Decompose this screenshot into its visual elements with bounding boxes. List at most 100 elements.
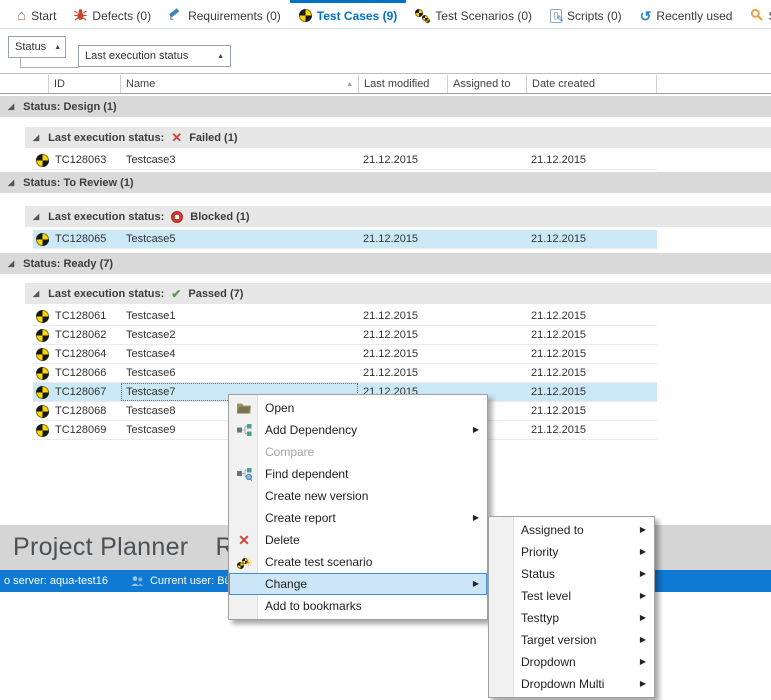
submenu-item-dropdown-multi[interactable]: Dropdown Multi ▶ bbox=[489, 673, 654, 695]
group-header-status-design[interactable]: Status: Design (1) bbox=[0, 96, 771, 117]
tab-search[interactable]: Search bbox=[741, 0, 771, 28]
cell-last-modified: 21.12.2015 bbox=[363, 233, 418, 245]
testcase-icon bbox=[36, 329, 49, 342]
column-label: Date created bbox=[532, 78, 595, 90]
sort-asc-icon: ▲ bbox=[346, 81, 353, 88]
home-icon: ⌂ bbox=[17, 8, 26, 23]
top-navigation: ⌂ Start Defects (0) Requirements (0) Tes… bbox=[0, 0, 771, 29]
submenu-arrow-icon: ▶ bbox=[473, 507, 479, 529]
subgroup-header-blocked[interactable]: Last execution status: Blocked (1) bbox=[25, 206, 771, 227]
cell-id: TC128066 bbox=[55, 367, 106, 379]
menu-item-label: Target version bbox=[521, 633, 596, 647]
tab-scripts[interactable]: {}✎ Scripts (0) bbox=[541, 0, 631, 28]
tab-start[interactable]: ⌂ Start bbox=[8, 0, 65, 28]
tab-defects[interactable]: Defects (0) bbox=[65, 0, 160, 28]
tab-label: Scripts (0) bbox=[567, 9, 622, 23]
testcase-icon bbox=[36, 154, 49, 167]
cell-name: Testcase9 bbox=[126, 424, 176, 436]
column-label: Name bbox=[126, 78, 155, 90]
column-header-icon[interactable] bbox=[0, 75, 49, 93]
cell-id: TC128067 bbox=[55, 386, 106, 398]
group-header-status-to-review[interactable]: Status: To Review (1) bbox=[0, 172, 771, 193]
column-header-date-created[interactable]: Date created bbox=[527, 75, 657, 93]
tab-requirements[interactable]: Requirements (0) bbox=[160, 0, 290, 28]
submenu-item-testtyp[interactable]: Testtyp ▶ bbox=[489, 607, 654, 629]
submenu-item-test-level[interactable]: Test level ▶ bbox=[489, 585, 654, 607]
cell-date-created: 21.12.2015 bbox=[531, 386, 586, 398]
bug-icon bbox=[74, 8, 87, 24]
subgroup-label: Last execution status: bbox=[48, 132, 164, 144]
menu-item-add-dependency[interactable]: Add Dependency ▶ bbox=[229, 419, 487, 441]
testcase-icon bbox=[36, 310, 49, 323]
bottom-tab-project-planner[interactable]: Project Planner bbox=[13, 533, 188, 562]
tab-test-scenarios[interactable]: Test Scenarios (0) bbox=[406, 0, 541, 28]
menu-item-add-to-bookmarks[interactable]: Add to bookmarks bbox=[229, 595, 487, 617]
subgroup-value: Blocked (1) bbox=[190, 211, 249, 223]
table-row-selected[interactable]: TC128065 Testcase5 21.12.2015 21.12.2015 bbox=[33, 230, 657, 249]
groupby-field-status[interactable]: Status ▲ bbox=[8, 36, 66, 58]
cell-id: TC128063 bbox=[55, 154, 106, 166]
find-dependent-icon bbox=[235, 466, 253, 482]
menu-item-create-test-scenario[interactable]: ✳ Create test scenario bbox=[229, 551, 487, 573]
expander-icon[interactable] bbox=[8, 103, 14, 111]
table-row[interactable]: TC128066 Testcase6 21.12.2015 21.12.2015 bbox=[33, 364, 657, 383]
menu-item-change[interactable]: Change ▶ bbox=[229, 573, 487, 595]
menu-item-delete[interactable]: ✕ Delete bbox=[229, 529, 487, 551]
testcase-icon bbox=[36, 348, 49, 361]
column-header-filler bbox=[657, 75, 771, 93]
submenu-item-status[interactable]: Status ▶ bbox=[489, 563, 654, 585]
menu-item-label: Change bbox=[265, 577, 307, 591]
subgroup-header-failed[interactable]: Last execution status: ✕ Failed (1) bbox=[25, 127, 771, 148]
submenu-item-priority[interactable]: Priority ▶ bbox=[489, 541, 654, 563]
groupby-field-last-execution-status[interactable]: Last execution status ▲ bbox=[78, 45, 231, 67]
submenu-item-dropdown[interactable]: Dropdown ▶ bbox=[489, 651, 654, 673]
subgroup-header-passed[interactable]: Last execution status: ✔ Passed (7) bbox=[25, 283, 771, 304]
submenu-arrow-icon: ▶ bbox=[473, 419, 479, 441]
divider bbox=[0, 73, 771, 74]
group-label: Status: Ready (7) bbox=[23, 258, 113, 270]
cell-last-modified: 21.12.2015 bbox=[363, 154, 418, 166]
tab-recently-used[interactable]: ↺ Recently used bbox=[631, 0, 742, 28]
column-header-name[interactable]: Name ▲ bbox=[121, 75, 359, 93]
cell-id: TC128065 bbox=[55, 233, 106, 245]
menu-item-find-dependent[interactable]: Find dependent bbox=[229, 463, 487, 485]
menu-item-label: Dropdown bbox=[521, 655, 576, 669]
cell-date-created: 21.12.2015 bbox=[531, 367, 586, 379]
expander-icon[interactable] bbox=[33, 134, 39, 142]
menu-item-open[interactable]: Open bbox=[229, 397, 487, 419]
submenu-arrow-icon: ▶ bbox=[640, 585, 646, 607]
menu-item-label: Testtyp bbox=[521, 611, 559, 625]
context-menu: Open Add Dependency ▶ Compare Find depen… bbox=[228, 394, 488, 620]
expander-icon[interactable] bbox=[33, 213, 39, 221]
expander-icon[interactable] bbox=[8, 179, 14, 187]
delete-icon: ✕ bbox=[235, 532, 253, 548]
expander-icon[interactable] bbox=[8, 260, 14, 268]
table-row[interactable]: TC128063 Testcase3 21.12.2015 21.12.2015 bbox=[33, 151, 657, 170]
menu-item-label: Create report bbox=[265, 511, 336, 525]
table-row[interactable]: TC128062 Testcase2 21.12.2015 21.12.2015 bbox=[33, 326, 657, 345]
menu-item-create-new-version[interactable]: Create new version bbox=[229, 485, 487, 507]
cell-date-created: 21.12.2015 bbox=[531, 233, 586, 245]
subgroup-label: Last execution status: bbox=[48, 288, 164, 300]
cell-name: Testcase5 bbox=[126, 233, 176, 245]
column-header-last-modified[interactable]: Last modified bbox=[359, 75, 448, 93]
expander-icon[interactable] bbox=[33, 290, 39, 298]
cell-name: Testcase2 bbox=[126, 329, 176, 341]
group-header-status-ready[interactable]: Status: Ready (7) bbox=[0, 253, 771, 274]
column-label: Last modified bbox=[364, 78, 429, 90]
submenu-item-target-version[interactable]: Target version ▶ bbox=[489, 629, 654, 651]
cell-date-created: 21.12.2015 bbox=[531, 329, 586, 341]
menu-item-create-report[interactable]: Create report ▶ bbox=[229, 507, 487, 529]
column-header-id[interactable]: ID bbox=[49, 75, 121, 93]
cell-id: TC128068 bbox=[55, 405, 106, 417]
table-row[interactable]: TC128064 Testcase4 21.12.2015 21.12.2015 bbox=[33, 345, 657, 364]
open-folder-icon bbox=[235, 400, 253, 416]
tab-test-cases[interactable]: Test Cases (9) bbox=[290, 0, 406, 28]
server-status-text: o server: aqua-test16 bbox=[4, 575, 108, 587]
column-header-assigned-to[interactable]: Assigned to bbox=[448, 75, 527, 93]
table-row[interactable]: TC128061 Testcase1 21.12.2015 21.12.2015 bbox=[33, 307, 657, 326]
cell-date-created: 21.12.2015 bbox=[531, 154, 586, 166]
requirements-icon bbox=[169, 8, 183, 24]
submenu-arrow-icon: ▶ bbox=[640, 629, 646, 651]
submenu-item-assigned-to[interactable]: Assigned to ▶ bbox=[489, 519, 654, 541]
